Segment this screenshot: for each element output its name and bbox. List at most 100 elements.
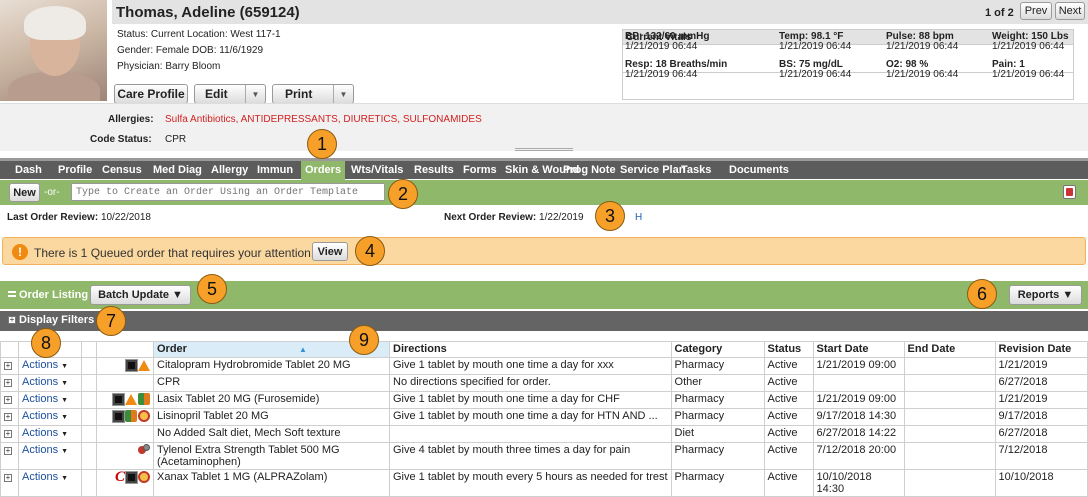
status-cell: Active bbox=[763, 425, 814, 443]
directions-cell bbox=[389, 425, 672, 443]
prev-button[interactable]: Prev bbox=[1020, 2, 1052, 20]
edit-label: Edit bbox=[205, 87, 228, 101]
last-review: Last Order Review: 10/22/2018 bbox=[7, 212, 151, 223]
revision-date-cell: 6/27/2018 bbox=[994, 425, 1088, 443]
col-start-date[interactable]: Start Date bbox=[812, 341, 905, 358]
orders-table: Order ▲ Directions Category Status Start … bbox=[0, 341, 1088, 497]
order-cell[interactable]: Lasix Tablet 20 MG (Furosemide) bbox=[153, 391, 390, 409]
view-queued-button[interactable]: View bbox=[312, 242, 348, 261]
tab-allergy[interactable]: Allergy bbox=[211, 164, 248, 176]
tab-documents[interactable]: Documents bbox=[729, 164, 789, 176]
reports-button[interactable]: Reports ▼ bbox=[1009, 285, 1082, 305]
order-cell[interactable]: CPR bbox=[153, 374, 390, 392]
order-cell[interactable]: No Added Salt diet, Mech Soft texture bbox=[153, 425, 390, 443]
warning-icon bbox=[125, 393, 137, 405]
expand-filters-icon[interactable]: + bbox=[8, 316, 16, 324]
callout-badge-5: 5 bbox=[197, 274, 227, 304]
actions-menu[interactable]: Actions ▼ bbox=[22, 393, 68, 405]
print-dropdown-icon[interactable]: ▼ bbox=[333, 85, 353, 103]
callout-badge-9: 9 bbox=[349, 325, 379, 355]
col-status[interactable]: Status bbox=[763, 341, 814, 358]
allergy-section: Allergies: Sulfa Antibiotics, ANTIDEPRES… bbox=[0, 103, 1088, 151]
new-order-button[interactable]: New bbox=[9, 183, 40, 202]
display-filters-label: Display Filters bbox=[19, 314, 95, 326]
table-row: + Actions ▼ No Added Salt diet, Mech Soft … bbox=[0, 425, 1088, 443]
tab-wts-vitals[interactable]: Wts/Vitals bbox=[351, 164, 403, 176]
dice-icon[interactable] bbox=[1063, 185, 1076, 199]
tab-results[interactable]: Results bbox=[414, 164, 454, 176]
expand-row-icon[interactable]: + bbox=[4, 447, 12, 455]
col-revision-date[interactable]: Revision Date bbox=[994, 341, 1088, 358]
patient-status: Status: Current Location: West 117-1 bbox=[117, 29, 281, 40]
col-category[interactable]: Category bbox=[670, 341, 765, 358]
prn-icon bbox=[138, 444, 150, 456]
print-button[interactable]: Print ▼ bbox=[272, 84, 354, 104]
or-label: -or- bbox=[44, 187, 60, 198]
actions-menu[interactable]: Actions ▼ bbox=[22, 410, 68, 422]
expand-row-icon[interactable]: + bbox=[4, 413, 12, 421]
callout-badge-3: 3 bbox=[595, 201, 625, 231]
display-filters-bar[interactable]: + Display Filters bbox=[0, 311, 1088, 331]
history-link[interactable]: H bbox=[635, 212, 642, 223]
order-cell[interactable]: Xanax Tablet 1 MG (ALPRAZolam) bbox=[153, 469, 390, 497]
category-cell: Pharmacy bbox=[670, 408, 765, 426]
status-cell: Active bbox=[763, 469, 814, 497]
category-cell: Pharmacy bbox=[670, 442, 765, 470]
tab-census[interactable]: Census bbox=[102, 164, 142, 176]
patient-name: Thomas, Adeline (659124) bbox=[116, 4, 300, 21]
expand-row-icon[interactable]: + bbox=[4, 474, 12, 482]
sort-asc-icon: ▲ bbox=[298, 345, 307, 354]
actions-menu[interactable]: Actions ▼ bbox=[22, 444, 68, 456]
actions-menu[interactable]: Actions ▼ bbox=[22, 471, 68, 483]
collapse-icon[interactable] bbox=[8, 291, 16, 297]
code-status-label: Code Status: bbox=[90, 134, 152, 145]
tab-immun[interactable]: Immun bbox=[257, 164, 293, 176]
chevron-down-icon: ▼ bbox=[61, 431, 69, 438]
vital-o2: O2: 98 % 1/21/2019 06:44 bbox=[886, 59, 959, 80]
batch-update-button[interactable]: Batch Update ▼ bbox=[90, 285, 191, 305]
vital-bs: BS: 75 mg/dL 1/21/2019 06:44 bbox=[779, 59, 852, 80]
no-dose-icon bbox=[138, 410, 150, 423]
edit-dropdown-icon[interactable]: ▼ bbox=[245, 85, 265, 103]
start-date-cell: 6/27/2018 14:22 bbox=[812, 425, 905, 443]
tab-med-diag[interactable]: Med Diag bbox=[153, 164, 202, 176]
order-cell[interactable]: Lisinopril Tablet 20 MG bbox=[153, 408, 390, 426]
actions-menu[interactable]: Actions ▼ bbox=[22, 359, 68, 371]
col-directions[interactable]: Directions bbox=[389, 341, 672, 358]
allergies-value: Sulfa Antibiotics, ANTIDEPRESSANTS, DIUR… bbox=[165, 114, 482, 125]
col-end-date[interactable]: End Date bbox=[903, 341, 996, 358]
revision-date-cell: 1/21/2019 bbox=[994, 391, 1088, 409]
status-cell: Active bbox=[763, 408, 814, 426]
category-cell: Pharmacy bbox=[670, 357, 765, 375]
actions-menu[interactable]: Actions ▼ bbox=[22, 376, 68, 388]
tab-dash[interactable]: Dash bbox=[15, 164, 42, 176]
patient-physician: Physician: Barry Bloom bbox=[117, 61, 221, 72]
order-cell[interactable]: Tylenol Extra Strength Tablet 500 MG (Ac… bbox=[153, 442, 390, 470]
care-profile-button[interactable]: Care Profile bbox=[114, 84, 188, 104]
edit-button[interactable]: Edit ▼ bbox=[194, 84, 266, 104]
directions-cell: Give 1 tablet by mouth one time a day fo… bbox=[389, 357, 672, 375]
pager-count: 1 of 2 bbox=[985, 7, 1014, 19]
tab-profile[interactable]: Profile bbox=[58, 164, 92, 176]
expand-row-icon[interactable]: + bbox=[4, 430, 12, 438]
order-template-input[interactable] bbox=[71, 183, 385, 201]
vital-bp: BP: 132/60 mmHg 1/21/2019 06:44 bbox=[625, 31, 710, 52]
next-button[interactable]: Next bbox=[1055, 2, 1085, 20]
expand-row-icon[interactable]: + bbox=[4, 379, 12, 387]
table-row: + Actions ▼ Lasix Tablet 20 MG (Furosemide… bbox=[0, 391, 1088, 409]
callout-badge-6: 6 bbox=[967, 279, 997, 309]
directions-cell: Give 1 tablet by mouth one time a day fo… bbox=[389, 391, 672, 409]
callout-badge-7: 7 bbox=[96, 306, 126, 336]
directions-cell: No directions specified for order. bbox=[389, 374, 672, 392]
tab-prog-note[interactable]: Prog Note bbox=[563, 164, 616, 176]
tab-forms[interactable]: Forms bbox=[463, 164, 497, 176]
start-date-cell: 1/21/2019 09:00 bbox=[812, 357, 905, 375]
actions-menu[interactable]: Actions ▼ bbox=[22, 427, 68, 439]
order-cell[interactable]: Citalopram Hydrobromide Tablet 20 MG bbox=[153, 357, 390, 375]
tab-service-plan[interactable]: Service Plan bbox=[620, 164, 685, 176]
tab-tasks[interactable]: Tasks bbox=[681, 164, 711, 176]
tab-orders[interactable]: Orders bbox=[301, 161, 346, 180]
expand-row-icon[interactable]: + bbox=[4, 396, 12, 404]
expand-row-icon[interactable]: + bbox=[4, 362, 12, 370]
black-square-icon bbox=[112, 392, 125, 406]
